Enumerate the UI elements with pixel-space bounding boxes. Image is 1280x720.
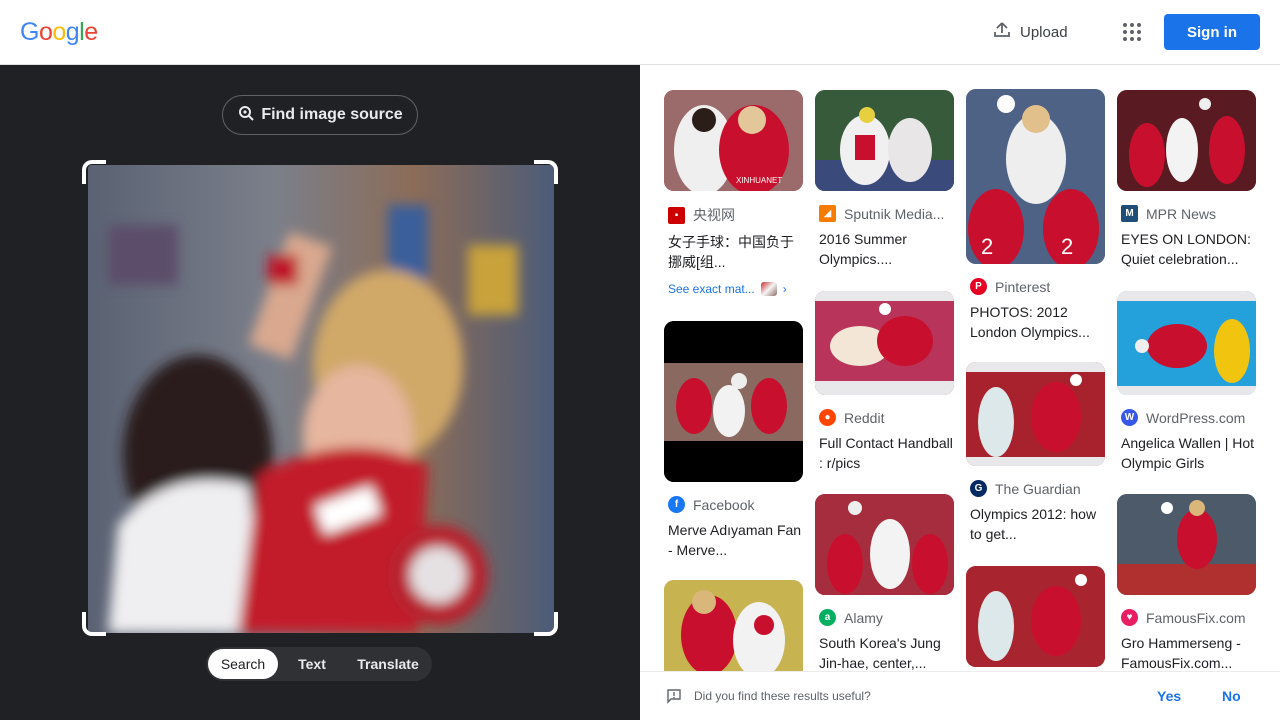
result-source: M MPR News [1117,205,1257,222]
result-card[interactable]: f Facebook Merve Adıyaman Fan - Merve... [664,321,804,560]
find-image-source-button[interactable]: Find image source [222,95,418,135]
result-source-name: 央视网 [693,207,735,223]
upload-label: Upload [1020,23,1068,41]
sputnik-icon: ◢ [819,205,836,222]
google-logo[interactable]: Google [20,18,98,47]
tab-translate[interactable]: Translate [346,649,430,679]
result-card[interactable] [664,580,804,671]
result-thumbnail[interactable] [815,90,954,191]
result-source: W WordPress.com [1117,409,1257,426]
result-source: P Pinterest [966,278,1106,295]
result-card[interactable]: W WordPress.com Angelica Wallen | Hot Ol… [1117,291,1257,473]
result-source-name: Sputnik Media... [844,205,945,222]
result-card[interactable] [966,566,1106,667]
alamy-icon: a [819,609,836,626]
result-source-name: MPR News [1146,205,1217,222]
result-source: ◢ Sputnik Media... [815,205,955,222]
result-thumbnail[interactable]: XINHUANET [664,90,803,191]
result-title: Olympics 2012: how to get... [970,506,1097,542]
result-card[interactable]: a Alamy South Korea's Jung Jin-hae, cent… [815,494,955,671]
feedback-yes-button[interactable]: Yes [1157,688,1181,704]
result-source: a Alamy [815,609,955,626]
lens-query-panel: Find image source Search Text Translate [0,65,640,720]
result-title: Angelica Wallen | Hot Olympic Girls [1121,435,1255,471]
result-card[interactable]: ● Reddit Full Contact Handball : r/pics [815,291,955,473]
result-card[interactable]: ◢ Sputnik Media... 2016 Summer Olympics.… [815,90,955,269]
result-thumbnail[interactable] [664,580,803,671]
crop-handle-bottom-right[interactable] [534,612,558,636]
result-title: Gro Hammerseng - FamousFix.com... [1121,635,1241,671]
exact-match-thumbnail [760,282,777,296]
result-title: South Korea's Jung Jin-hae, center,... [819,635,941,671]
cctv-icon: ▪ [668,206,685,224]
result-thumbnail[interactable] [966,362,1105,466]
result-thumbnail[interactable] [1117,291,1256,395]
feedback-no-button[interactable]: No [1222,688,1241,704]
result-source-name: The Guardian [995,480,1081,497]
query-image[interactable] [88,165,554,633]
result-thumbnail[interactable] [815,494,954,595]
result-source: G The Guardian [966,480,1106,497]
guardian-icon: G [970,480,987,497]
see-exact-matches-link[interactable]: See exact mat... › [664,282,804,296]
result-title: Full Contact Handball : r/pics [819,435,953,471]
result-source-name: Reddit [844,409,885,426]
top-bar: Google Upload Sign in [0,0,1280,65]
crop-handle-top-right[interactable] [534,160,558,184]
result-title: Merve Adıyaman Fan - Merve... [668,522,802,558]
result-title: EYES ON LONDON: Quiet celebration... [1121,231,1251,267]
tab-text[interactable]: Text [278,649,346,679]
crop-handle-bottom-left[interactable] [82,612,106,636]
find-image-source-label: Find image source [261,106,403,123]
result-source: ▪ 央视网 [664,205,804,225]
pinterest-icon: P [970,278,987,295]
result-thumbnail[interactable] [815,291,954,395]
result-title: 2016 Summer Olympics.... [819,231,907,267]
mpr-news-icon: M [1121,205,1138,222]
lens-mode-tabs: Search Text Translate [206,647,432,681]
result-source-name: Alamy [844,609,883,626]
apps-grid-icon[interactable] [1122,22,1142,42]
result-thumbnail[interactable] [664,321,803,482]
tab-search[interactable]: Search [208,649,278,679]
lens-search-icon [237,104,255,127]
result-title: PHOTOS: 2012 London Olympics... [970,304,1090,340]
svg-text:2: 2 [981,234,993,259]
result-card[interactable]: 22 P Pinterest PHOTOS: 2012 London Olymp… [966,89,1106,342]
result-source-name: Facebook [693,496,755,513]
facebook-icon: f [668,496,685,513]
svg-text:XINHUANET: XINHUANET [736,176,782,185]
result-card[interactable]: ♥ FamousFix.com Gro Hammerseng - FamousF… [1117,494,1257,671]
result-source: ♥ FamousFix.com [1117,609,1257,626]
result-title: 女子手球：中国负于挪威[组... [668,234,794,270]
crop-handle-top-left[interactable] [82,160,106,184]
result-card[interactable]: G The Guardian Olympics 2012: how to get… [966,362,1106,544]
feedback-icon [666,688,682,709]
result-card[interactable]: XINHUANET ▪ 央视网 女子手球：中国负于挪威[组... See exa… [664,90,804,296]
result-source: ● Reddit [815,409,955,426]
result-source-name: Pinterest [995,278,1051,295]
result-source-name: FamousFix.com [1146,609,1246,626]
sign-in-button[interactable]: Sign in [1164,14,1260,50]
see-exact-matches-label: See exact mat... [668,282,755,296]
result-thumbnail[interactable] [966,566,1105,667]
visual-matches-grid: XINHUANET ▪ 央视网 女子手球：中国负于挪威[组... See exa… [640,65,1280,671]
upload-button[interactable]: Upload [992,20,1068,44]
feedback-question: Did you find these results useful? [694,689,871,703]
result-thumbnail[interactable] [1117,494,1256,595]
result-card[interactable]: M MPR News EYES ON LONDON: Quiet celebra… [1117,90,1257,269]
upload-icon [992,20,1012,44]
reddit-icon: ● [819,409,836,426]
chevron-right-icon: › [782,282,787,296]
result-source: f Facebook [664,496,804,513]
feedback-bar: Did you find these results useful? Yes N… [640,671,1280,720]
wordpress-icon: W [1121,409,1138,426]
svg-text:2: 2 [1061,234,1073,259]
result-thumbnail[interactable] [1117,90,1256,191]
result-thumbnail[interactable]: 22 [966,89,1105,264]
famousfix-icon: ♥ [1121,609,1138,626]
result-source-name: WordPress.com [1146,409,1246,426]
